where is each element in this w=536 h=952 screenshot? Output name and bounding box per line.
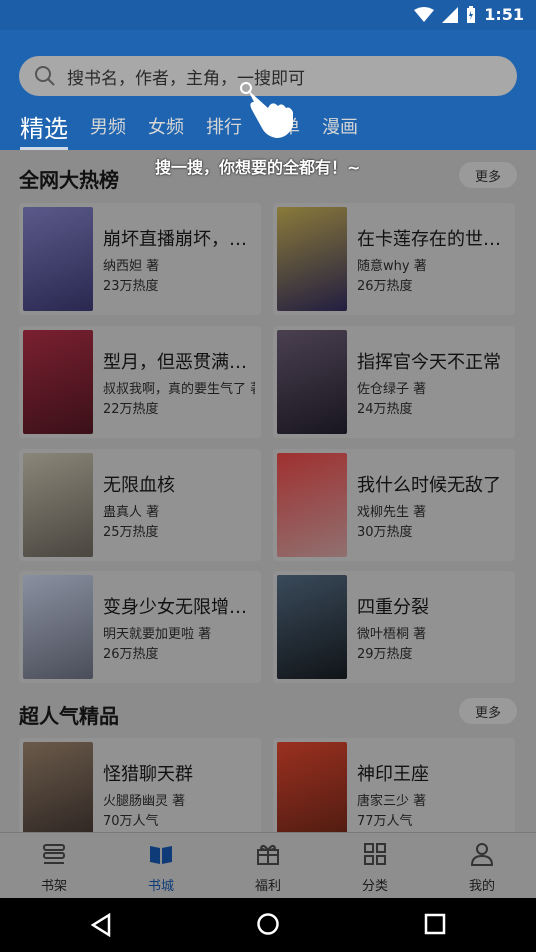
nav-label: 分类 [361,879,388,894]
nav-profile[interactable]: 我的 [452,841,512,894]
book-card[interactable]: 变身少女无限增殖… 明天就要加更啦 著 26万热度 [19,571,261,683]
more-button[interactable]: 更多 [459,698,517,724]
status-icons: 1:51 [414,5,524,24]
back-icon[interactable] [90,913,112,937]
book-heat: 25万热度 [103,525,159,540]
nav-label: 福利 [254,879,281,894]
tab-featured[interactable]: 精选 [20,109,68,150]
book-author: 随意why 著 [357,259,427,274]
signal-icon [442,6,459,23]
search-icon [35,66,55,86]
book-heat: 22万热度 [103,402,159,417]
book-author: 叔叔我啊，真的要生气了 著 [103,382,255,397]
book-card[interactable]: 指挥官今天不正常 佐仓绿子 著 24万热度 [273,326,515,438]
status-bar: 1:51 [0,0,536,30]
bottom-nav: 书架 书城 福利 分类 我的 [0,832,536,899]
book-title: 崩坏直播崩坏，芽… [103,229,255,250]
home-icon[interactable] [256,912,280,936]
recents-icon[interactable] [424,913,446,935]
book-cover [277,453,347,557]
nav-label: 书架 [40,879,67,894]
book-author: 蛊真人 著 [103,505,160,520]
book-cover [23,575,93,679]
book-author: 微叶梧桐 著 [357,627,427,642]
book-cover [23,742,93,846]
system-nav-bar [0,898,536,952]
book-cover [277,575,347,679]
person-icon [470,843,494,866]
book-title: 在卡莲存在的世界… [357,229,509,250]
book-card[interactable]: 四重分裂 微叶梧桐 著 29万热度 [273,571,515,683]
book-cover [23,207,93,311]
book-title: 四重分裂 [357,597,429,618]
pointing-hand-icon [240,82,293,138]
book-card[interactable]: 我什么时候无敌了 戏柳先生 著 30万热度 [273,449,515,561]
book-cover [277,330,347,434]
book-cover [277,207,347,311]
nav-category[interactable]: 分类 [345,841,405,894]
book-heat: 26万热度 [357,279,413,294]
book-title: 型月，但恶贯满盈… [103,352,255,373]
tab-comics[interactable]: 漫画 [322,113,358,139]
section-title: 超人气精品 [19,704,119,728]
book-cover [23,453,93,557]
bookshelf-icon [43,844,65,864]
nav-label: 我的 [468,879,495,894]
book-card[interactable]: 在卡莲存在的世界… 随意why 著 26万热度 [273,203,515,315]
book-heat: 26万热度 [103,647,159,662]
tab-female[interactable]: 女频 [148,113,184,139]
book-cover [277,742,347,846]
book-title: 指挥官今天不正常 [357,352,501,373]
nav-welfare[interactable]: 福利 [238,841,298,894]
book-title: 变身少女无限增殖… [103,597,255,618]
book-author: 佐仓绿子 著 [357,382,427,397]
book-open-icon [150,846,172,864]
gift-icon [257,844,279,865]
book-heat: 30万热度 [357,525,413,540]
nav-label: 书城 [147,879,174,894]
book-author: 纳西妲 著 [103,259,160,274]
grid-icon [364,843,386,865]
book-heat: 29万热度 [357,647,413,662]
more-button[interactable]: 更多 [459,162,517,188]
section-hot-list-header: 全网大热榜 更多 [0,158,536,198]
book-title: 无限血核 [103,475,175,496]
tab-male[interactable]: 男频 [90,113,126,139]
status-time: 1:51 [484,5,524,24]
tab-ranking[interactable]: 排行 [206,113,242,139]
book-heat: 77万人气 [357,814,413,829]
battery-icon [467,5,476,23]
book-author: 唐家三少 著 [357,794,427,809]
book-title: 怪猎聊天群 [103,764,193,785]
nav-bookshelf[interactable]: 书架 [24,841,84,894]
wifi-icon [414,6,435,22]
book-heat: 23万热度 [103,279,159,294]
book-heat: 24万热度 [357,402,413,417]
book-card[interactable]: 无限血核 蛊真人 著 25万热度 [19,449,261,561]
nav-bookstore[interactable]: 书城 [131,841,191,894]
book-title: 我什么时候无敌了 [357,475,501,496]
book-author: 火腿肠幽灵 著 [103,794,186,809]
book-author: 戏柳先生 著 [357,505,427,520]
book-heat: 70万人气 [103,814,159,829]
book-title: 神印王座 [357,764,429,785]
book-cover [23,330,93,434]
book-card[interactable]: 型月，但恶贯满盈… 叔叔我啊，真的要生气了 著 22万热度 [19,326,261,438]
section-popular-header: 超人气精品 更多 [0,694,536,734]
book-author: 明天就要加更啦 著 [103,627,212,642]
section-title: 全网大热榜 [19,168,119,192]
book-card[interactable]: 崩坏直播崩坏，芽… 纳西妲 著 23万热度 [19,203,261,315]
